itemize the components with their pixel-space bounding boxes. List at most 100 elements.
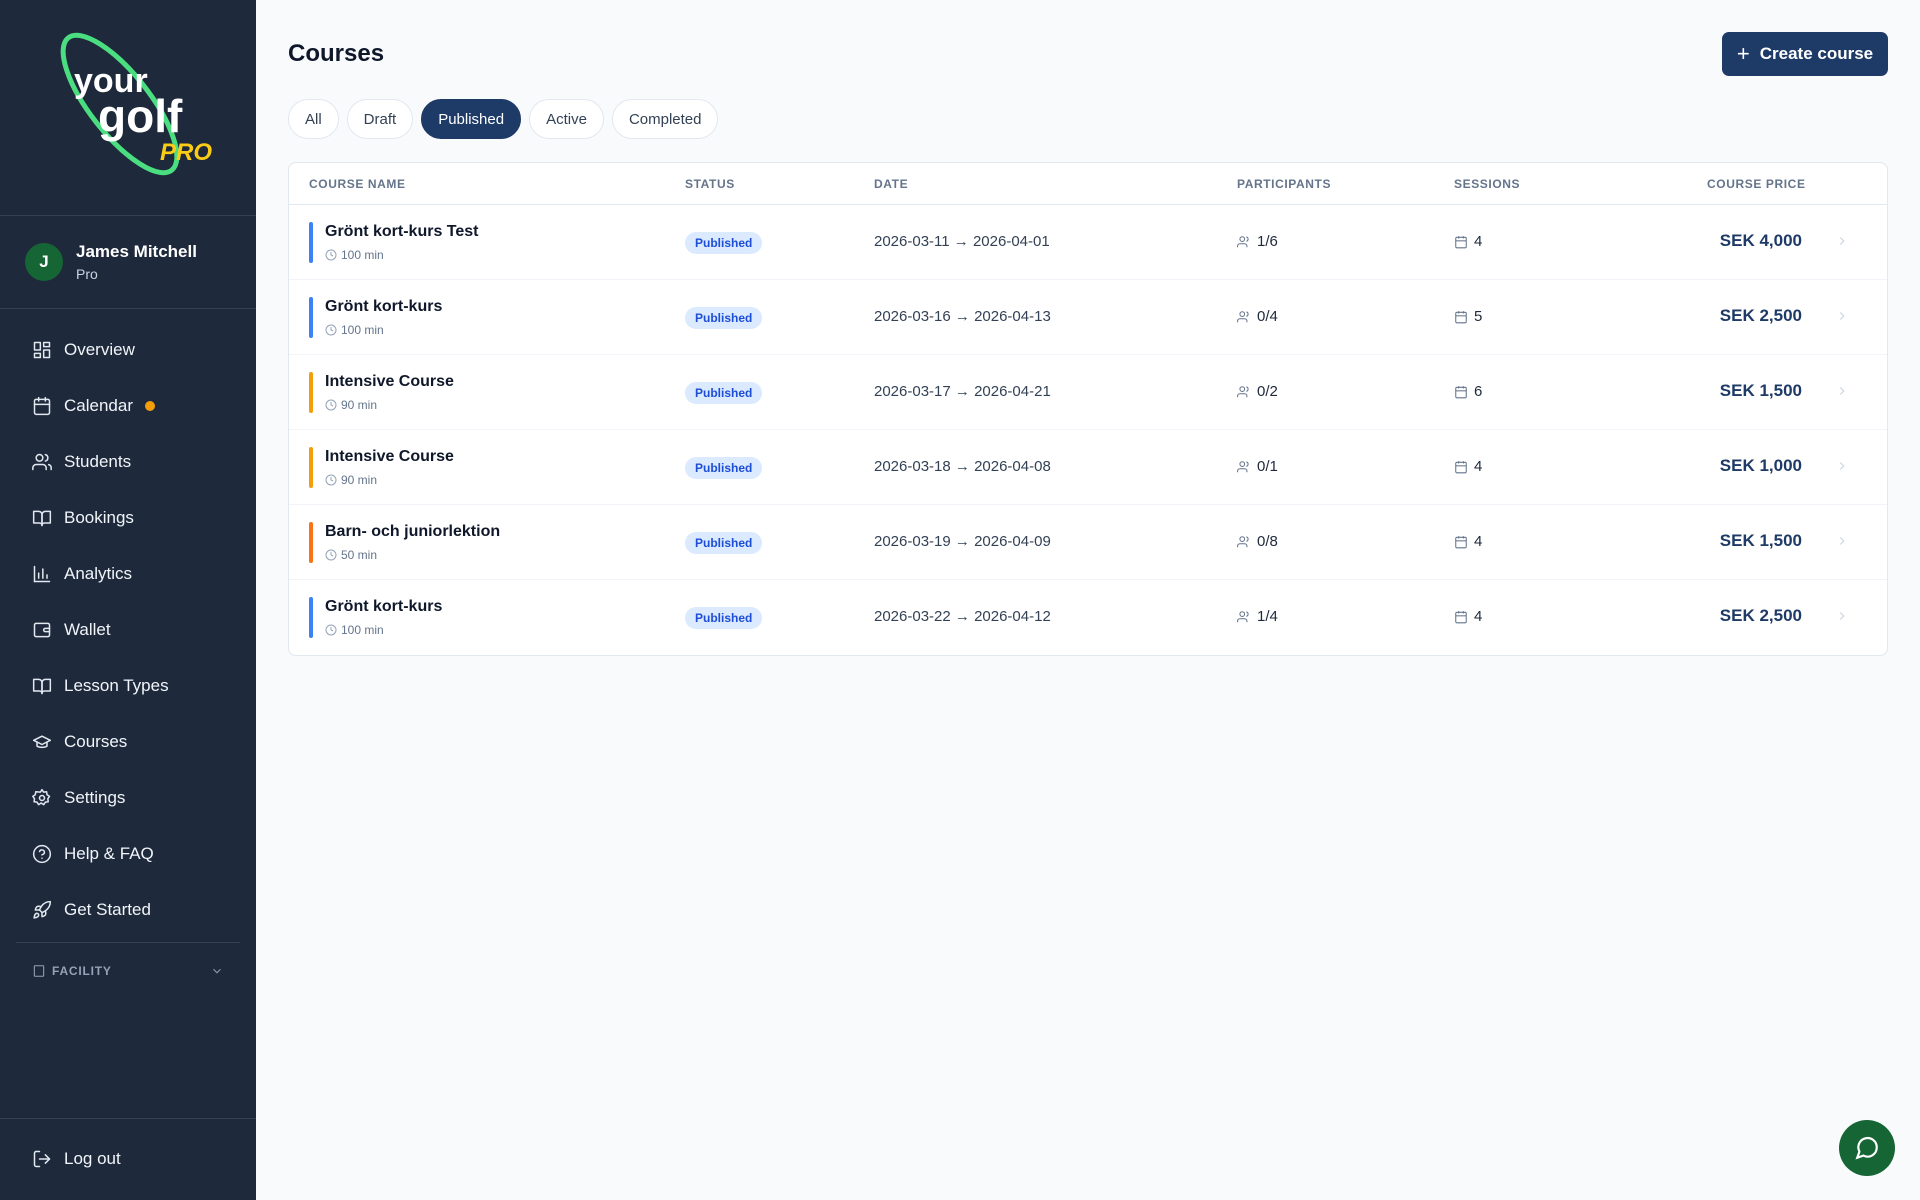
user-profile[interactable]: J James Mitchell Pro — [0, 216, 256, 309]
table-row[interactable]: Barn- och juniorlektion 50 min Published… — [289, 505, 1887, 580]
clock-icon — [325, 324, 337, 336]
table-row[interactable]: Intensive Course 90 min Published 2026-0… — [289, 355, 1887, 430]
course-participants: 0/8 — [1237, 533, 1278, 550]
sidebar-item-label: Wallet — [64, 620, 111, 639]
filter-active[interactable]: Active — [529, 99, 604, 139]
table-row[interactable]: Grönt kort-kurs 100 min Published 2026-0… — [289, 580, 1887, 655]
clock-icon — [325, 474, 337, 486]
help-circle-icon — [32, 844, 52, 864]
filter-completed[interactable]: Completed — [611, 99, 719, 139]
course-color-bar — [309, 597, 313, 638]
table-row[interactable]: Grönt kort-kurs 100 min Published 2026-0… — [289, 280, 1887, 355]
table-row[interactable]: Intensive Course 90 min Published 2026-0… — [289, 430, 1887, 505]
book-icon — [32, 510, 52, 527]
calendar-icon — [1455, 535, 1467, 548]
sidebar-item-overview[interactable]: Overview — [0, 322, 256, 378]
status-filter-tabs: All Draft Published Active Completed — [288, 99, 726, 139]
sidebar: your golf PRO J James Mitchell Pro Overv… — [0, 0, 256, 1200]
users-icon — [1237, 310, 1249, 322]
building-icon — [33, 965, 45, 977]
logo-area: your golf PRO — [0, 0, 256, 216]
chevron-right-icon — [1835, 384, 1849, 403]
filter-draft[interactable]: Draft — [346, 99, 414, 139]
sidebar-item-label: Get Started — [64, 900, 151, 919]
log-out-icon — [33, 1150, 51, 1168]
header-sessions[interactable]: SESSIONS — [1454, 177, 1520, 191]
notification-dot — [145, 401, 155, 411]
calendar-icon — [1455, 610, 1467, 623]
filter-published[interactable]: Published — [421, 99, 522, 139]
facility-section-toggle[interactable]: FACILITY — [32, 964, 224, 978]
chat-bubble-icon — [1855, 1136, 1878, 1160]
duration-text: 100 min — [341, 248, 384, 262]
gear-icon — [32, 788, 51, 806]
sessions-text: 4 — [1474, 458, 1483, 475]
sidebar-item-label: Help & FAQ — [64, 844, 154, 863]
sidebar-item-courses[interactable]: Courses — [0, 714, 256, 770]
sidebar-item-analytics[interactable]: Analytics — [0, 546, 256, 602]
svg-text:golf: golf — [98, 90, 183, 142]
calendar-icon — [1455, 385, 1467, 398]
wallet-icon — [33, 622, 51, 638]
sidebar-item-label: Courses — [64, 732, 128, 751]
sidebar-item-help[interactable]: Help & FAQ — [0, 826, 256, 882]
header-status[interactable]: STATUS — [685, 177, 735, 191]
course-name: Barn- och juniorlektion — [325, 523, 501, 540]
page-title: Courses — [288, 40, 385, 67]
header-course-price[interactable]: COURSE PRICE — [1707, 177, 1806, 191]
course-name: Intensive Course — [325, 373, 454, 390]
course-color-bar — [309, 372, 313, 413]
main-content: Courses + Create course All Draft Publis… — [256, 0, 1920, 1200]
duration-text: 90 min — [341, 473, 378, 487]
course-participants: 1/4 — [1237, 608, 1278, 625]
user-name: James Mitchell — [76, 242, 197, 261]
sidebar-item-calendar[interactable]: Calendar — [0, 378, 256, 434]
course-price: SEK 1,500 — [1719, 381, 1802, 400]
sessions-text: 4 — [1474, 533, 1483, 550]
sidebar-item-label: Settings — [64, 788, 126, 807]
chevron-down-icon — [213, 968, 221, 974]
header-date[interactable]: DATE — [874, 177, 908, 191]
course-price: SEK 4,000 — [1719, 231, 1802, 250]
status-badge: Published — [685, 457, 763, 479]
chevron-right-icon — [1835, 609, 1849, 628]
course-sessions: 4 — [1454, 608, 1482, 625]
sidebar-item-wallet[interactable]: Wallet — [0, 602, 256, 658]
sidebar-item-label: Overview — [64, 340, 135, 359]
chat-button[interactable] — [1839, 1120, 1895, 1176]
sessions-text: 5 — [1474, 308, 1483, 325]
course-duration: 50 min — [325, 548, 377, 562]
sidebar-item-label: Calendar — [64, 396, 133, 415]
create-course-button[interactable]: + Create course — [1722, 32, 1888, 76]
course-name: Grönt kort-kurs — [325, 298, 443, 315]
status-badge: Published — [685, 232, 763, 254]
yourgolf-pro-logo[interactable]: your golf PRO — [38, 30, 218, 180]
sessions-text: 4 — [1474, 233, 1483, 250]
avatar: J — [25, 243, 63, 281]
course-participants: 1/6 — [1237, 233, 1278, 250]
sidebar-item-bookings[interactable]: Bookings — [0, 490, 256, 546]
sidebar-item-students[interactable]: Students — [0, 434, 256, 490]
course-sessions: 4 — [1454, 533, 1482, 550]
filter-all[interactable]: All — [288, 99, 339, 139]
header-participants[interactable]: PARTICIPANTS — [1237, 177, 1331, 191]
course-name: Intensive Course — [325, 448, 454, 465]
calendar-icon — [1455, 460, 1467, 473]
status-badge: Published — [685, 307, 763, 329]
sidebar-item-label: Lesson Types — [64, 676, 169, 695]
table-row[interactable]: Grönt kort-kurs Test 100 min Published 2… — [289, 205, 1887, 280]
header-course-name[interactable]: COURSE NAME — [309, 177, 406, 191]
sidebar-item-get-started[interactable]: Get Started — [0, 882, 256, 938]
course-date-range: 2026-03-22 → 2026-04-12 — [874, 608, 1051, 625]
logout-button[interactable]: Log out — [0, 1131, 256, 1187]
duration-text: 90 min — [341, 398, 378, 412]
course-name: Grönt kort-kurs — [325, 598, 443, 615]
sidebar-item-settings[interactable]: Settings — [0, 770, 256, 826]
participants-text: 1/4 — [1257, 608, 1278, 625]
logout-area: Log out — [0, 1131, 256, 1187]
sidebar-item-lesson-types[interactable]: Lesson Types — [0, 658, 256, 714]
table-header: COURSE NAME STATUS DATE PARTICIPANTS SES… — [289, 163, 1887, 205]
divider — [16, 942, 240, 943]
clock-icon — [325, 399, 337, 411]
course-duration: 100 min — [325, 623, 384, 637]
